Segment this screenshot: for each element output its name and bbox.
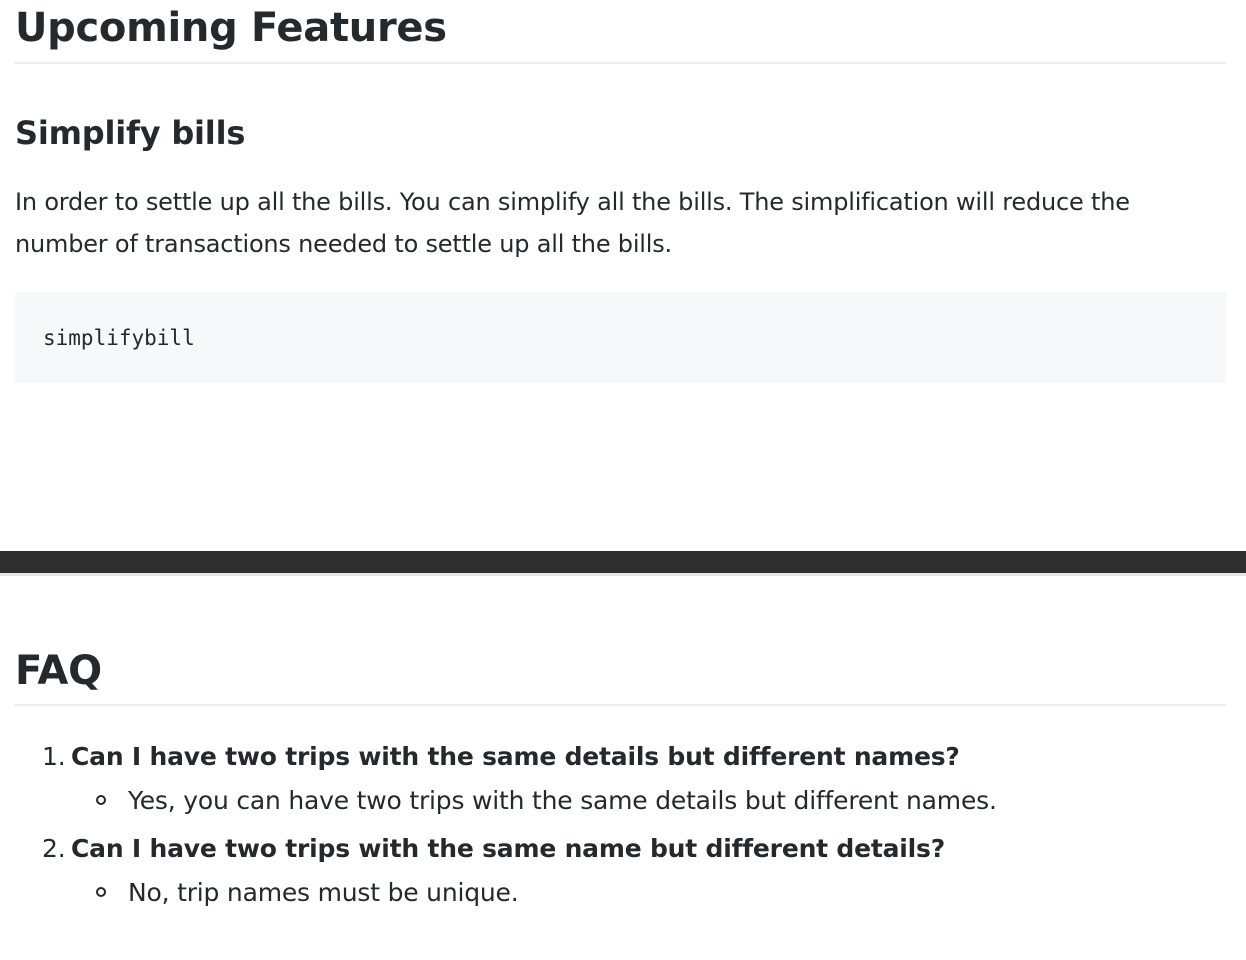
simplify-bills-section: Simplify bills [15,112,1226,154]
faq-question: 1. Can I have two trips with the same de… [0,734,1246,780]
faq-answer: Yes, you can have two trips with the sam… [0,780,1246,822]
faq-number: 1. [42,742,66,771]
upcoming-features-section: Upcoming Features [15,2,1226,54]
code-block: simplifybill [15,292,1226,383]
faq-section: FAQ [15,645,1226,697]
section-description: In order to settle up all the bills. You… [15,188,1130,258]
page-title: Upcoming Features [15,5,447,51]
faq-question-text: Can I have two trips with the same name … [71,834,946,863]
heading-rule [15,62,1226,64]
section-title: Simplify bills [15,114,246,152]
faq-question: 2. Can I have two trips with the same na… [0,826,1246,872]
horizontal-divider [0,551,1246,576]
faq-item: 1. Can I have two trips with the same de… [0,734,1246,822]
faq-title: FAQ [15,648,102,694]
section-description-wrap: In order to settle up all the bills. You… [15,181,1226,265]
faq-heading-rule [15,704,1226,706]
circle-bullet-icon [96,795,106,805]
faq-answer-text: Yes, you can have two trips with the sam… [128,786,997,815]
faq-list: 1. Can I have two trips with the same de… [0,734,1246,918]
faq-number: 2. [42,834,66,863]
circle-bullet-icon [96,887,106,897]
faq-item: 2. Can I have two trips with the same na… [0,826,1246,914]
code-snippet: simplifybill [43,325,195,350]
faq-answer: No, trip names must be unique. [0,872,1246,914]
faq-answer-text: No, trip names must be unique. [128,878,519,907]
faq-question-text: Can I have two trips with the same detai… [71,742,960,771]
